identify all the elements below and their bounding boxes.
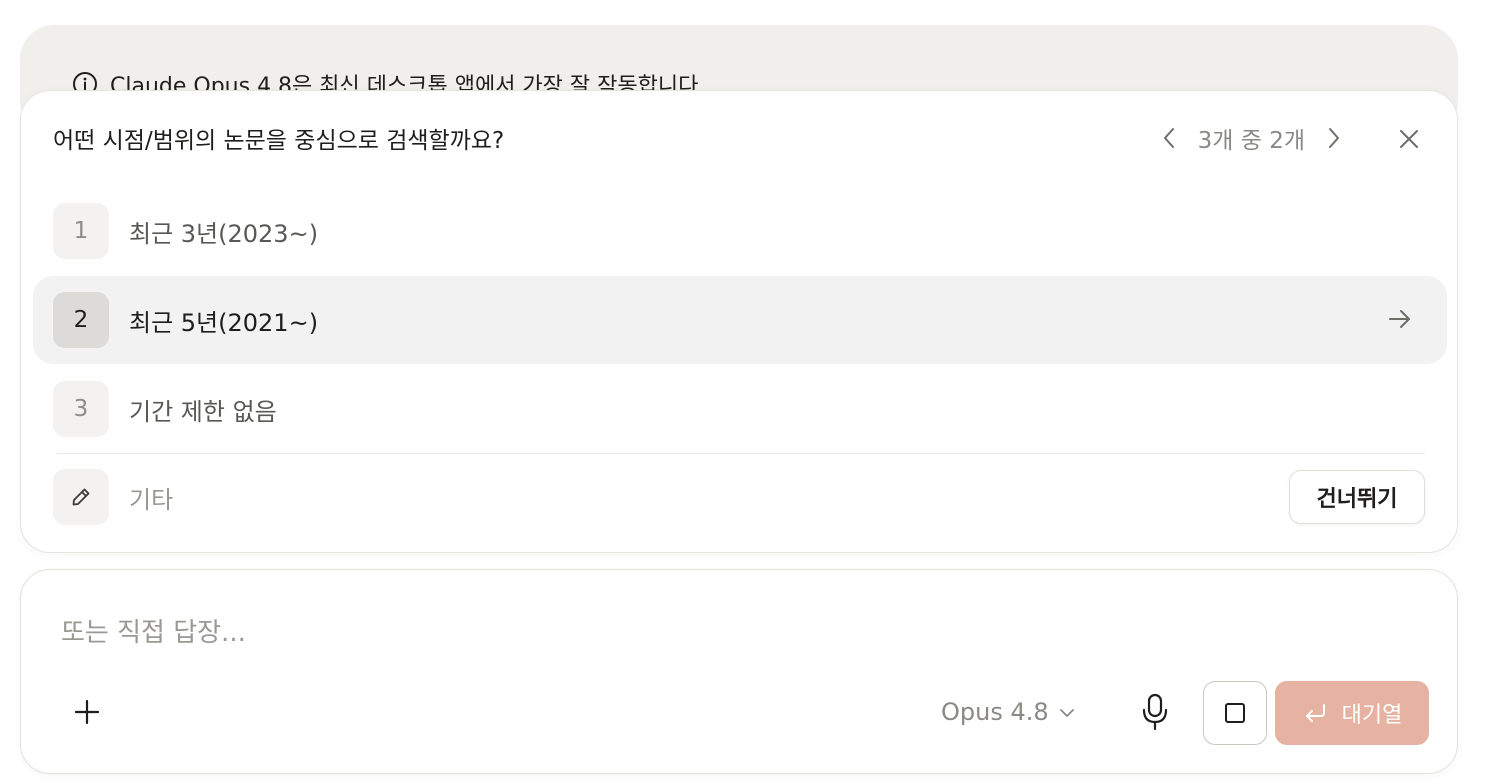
question-title: 어떤 시점/범위의 논문을 중심으로 검색할까요?: [53, 128, 505, 154]
close-icon: [1400, 130, 1418, 148]
other-label: 기타: [129, 485, 174, 514]
queue-button[interactable]: 대기열: [1275, 681, 1429, 745]
question-card: 어떤 시점/범위의 논문을 중심으로 검색할까요? 3개 중 2개 1 최근 3…: [20, 90, 1458, 553]
divider: [57, 453, 1425, 454]
question-pager: 3개 중 2개: [1156, 121, 1347, 155]
microphone-button[interactable]: [1135, 690, 1175, 734]
arrow-right-icon: [1387, 306, 1413, 336]
reply-composer: Opus 4.8 대기열: [20, 569, 1458, 774]
option-number: 3: [53, 381, 109, 437]
chevron-left-icon: [1163, 128, 1174, 148]
close-button[interactable]: [1395, 125, 1423, 153]
next-question-button[interactable]: [1321, 121, 1347, 155]
reply-input[interactable]: [61, 610, 1061, 656]
pager-text: 3개 중 2개: [1197, 128, 1305, 154]
chevron-down-icon: [1059, 703, 1075, 722]
model-name: Opus 4.8: [941, 698, 1049, 726]
option-number: 2: [53, 292, 109, 348]
model-selector[interactable]: Opus 4.8: [941, 692, 1075, 732]
previous-question-button[interactable]: [1156, 121, 1182, 155]
plus-icon: [74, 699, 100, 725]
microphone-icon: [1142, 693, 1168, 731]
option-3[interactable]: 3 기간 제한 없음: [33, 365, 1447, 453]
pencil-icon: [53, 469, 109, 525]
stop-button[interactable]: [1203, 681, 1267, 745]
option-1[interactable]: 1 최근 3년(2023~): [33, 187, 1447, 275]
queue-label: 대기열: [1341, 703, 1403, 728]
option-label: 최근 5년(2021~): [129, 308, 319, 337]
add-attachment-button[interactable]: [69, 694, 105, 730]
option-label: 최근 3년(2023~): [129, 219, 319, 248]
option-2[interactable]: 2 최근 5년(2021~): [33, 276, 1447, 364]
stop-icon: [1225, 703, 1245, 723]
skip-button[interactable]: 건너뛰기: [1289, 470, 1425, 524]
chevron-right-icon: [1329, 128, 1339, 148]
other-option[interactable]: 기타: [53, 469, 173, 525]
return-icon: [1305, 704, 1325, 722]
option-label: 기간 제한 없음: [129, 397, 277, 426]
option-number: 1: [53, 203, 109, 259]
